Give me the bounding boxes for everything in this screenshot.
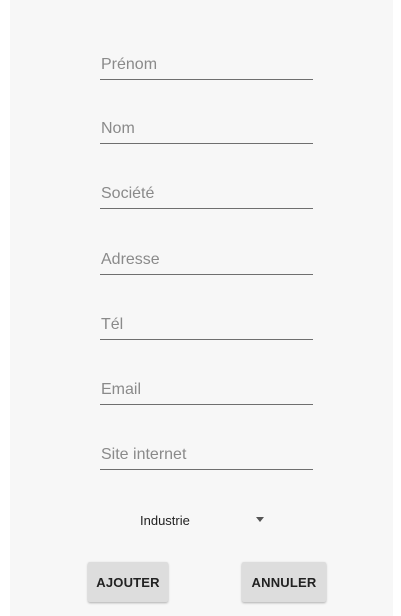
cancel-button[interactable]: ANNULER bbox=[242, 562, 326, 602]
company-input[interactable] bbox=[100, 179, 313, 209]
add-button[interactable]: AJOUTER bbox=[88, 562, 168, 602]
industry-selected-value: Industrie bbox=[140, 512, 190, 528]
app-screen: Industrie AJOUTER ANNULER bbox=[0, 0, 401, 616]
dropdown-arrow-icon bbox=[256, 517, 264, 522]
phone-input[interactable] bbox=[100, 310, 313, 340]
industry-dropdown[interactable]: Industrie bbox=[138, 507, 270, 533]
address-input[interactable] bbox=[100, 245, 313, 275]
website-input[interactable] bbox=[100, 440, 313, 470]
first-name-input[interactable] bbox=[100, 50, 313, 80]
last-name-input[interactable] bbox=[100, 114, 313, 144]
email-input[interactable] bbox=[100, 375, 313, 405]
